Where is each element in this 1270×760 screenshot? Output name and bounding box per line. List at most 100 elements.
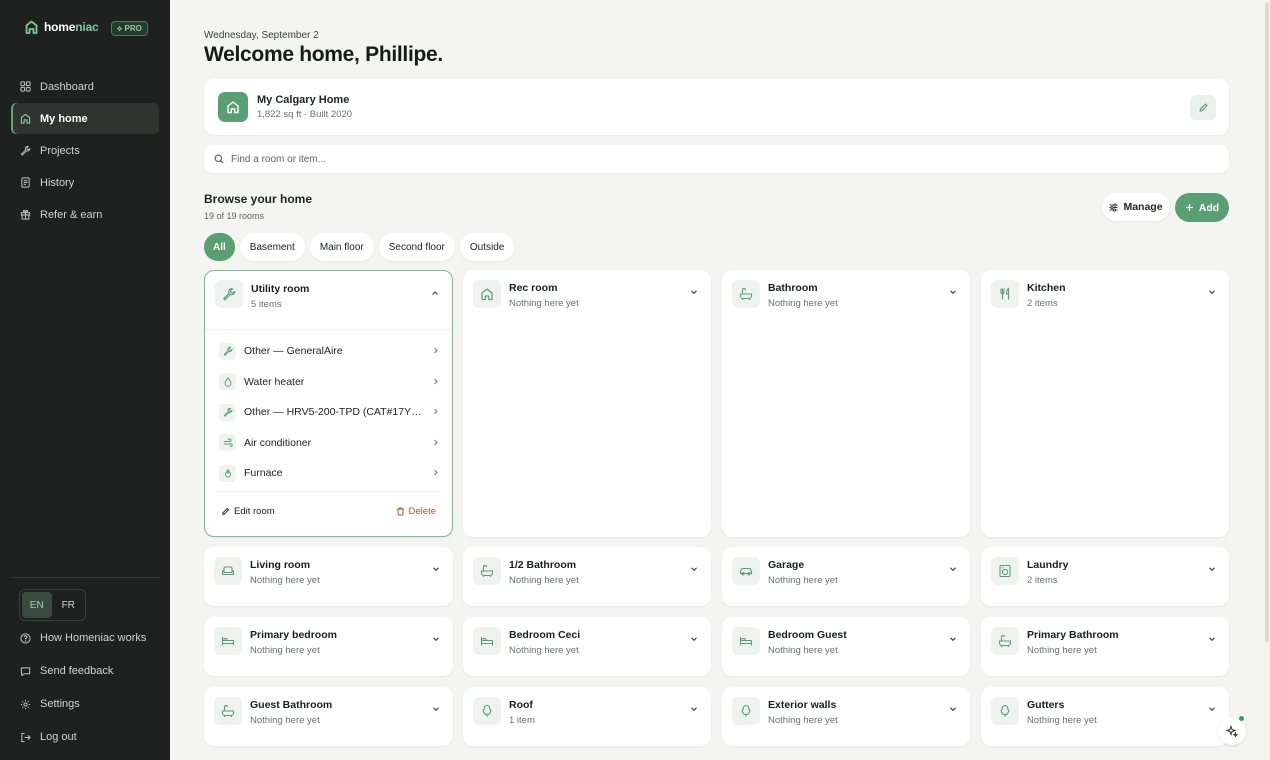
room-name: Rec room <box>509 282 558 294</box>
add-room-button[interactable]: Add <box>1175 193 1229 222</box>
room-card-bedroom-guest[interactable]: Bedroom Guest Nothing here yet <box>722 617 970 676</box>
list-item[interactable]: Water heater <box>219 367 439 398</box>
sidebar-item-label: History <box>40 176 75 189</box>
sidebar-item-label: Settings <box>40 698 80 710</box>
sidebar-item-send-feedback[interactable]: Send feedback <box>11 655 159 687</box>
room-card-bedroom-ceci[interactable]: Bedroom Ceci Nothing here yet <box>463 617 711 676</box>
brand-logo[interactable]: homeniac <box>25 20 99 34</box>
sidebar-item-history[interactable]: History <box>11 167 159 198</box>
room-card-laundry[interactable]: Laundry 2 items <box>981 547 1229 606</box>
chevron-down-icon[interactable] <box>689 287 699 297</box>
chevron-down-icon[interactable] <box>689 704 699 714</box>
room-name: Living room <box>250 559 311 571</box>
list-item[interactable]: Air conditioner <box>219 428 439 459</box>
list-item[interactable]: Other — HRV5-200-TPD (CAT#17YWXXXX) <box>219 397 439 428</box>
search-input[interactable] <box>231 153 831 165</box>
room-item-count: Nothing here yet <box>1027 715 1097 726</box>
delete-label: Delete <box>408 506 436 517</box>
sidebar-item-label: Send feedback <box>40 665 114 677</box>
room-card-utility-room[interactable]: Utility room 5 items Other — GeneralAire… <box>204 270 453 537</box>
filter-chip-all[interactable]: All <box>204 233 235 261</box>
sidebar-item-dashboard[interactable]: Dashboard <box>11 71 159 102</box>
page-scrollbar[interactable] <box>1264 0 1270 760</box>
sidebar-item-settings[interactable]: Settings <box>11 688 159 720</box>
sidebar-item-label: Log out <box>40 731 77 743</box>
room-item-count: Nothing here yet <box>509 298 579 309</box>
chevron-down-icon[interactable] <box>689 564 699 574</box>
tree-icon <box>991 697 1019 725</box>
room-name: Primary bedroom <box>250 629 337 641</box>
wrench-icon <box>215 280 243 308</box>
room-card-gutters[interactable]: Gutters Nothing here yet <box>981 687 1229 746</box>
chevron-right-icon <box>434 347 438 354</box>
sidebar-item-log-out[interactable]: Log out <box>11 721 159 753</box>
room-card-exterior-walls[interactable]: Exterior walls Nothing here yet <box>722 687 970 746</box>
filter-chip-outside[interactable]: Outside <box>459 233 515 261</box>
history-icon <box>21 177 30 188</box>
room-card-living-room[interactable]: Living room Nothing here yet <box>204 547 453 606</box>
wrench-icon <box>20 145 31 156</box>
list-item[interactable]: Other — GeneralAire <box>219 336 439 367</box>
droplet-icon <box>219 373 236 391</box>
room-card-rec-room[interactable]: Rec room Nothing here yet <box>463 270 711 537</box>
room-name: 1/2 Bathroom <box>509 559 577 571</box>
chevron-down-icon[interactable] <box>948 704 958 714</box>
room-item-count: Nothing here yet <box>250 715 320 726</box>
sidebar-item-label: Dashboard <box>40 80 94 93</box>
room-card-primary-bedroom[interactable]: Primary bedroom Nothing here yet <box>204 617 453 676</box>
chevron-down-icon[interactable] <box>948 287 958 297</box>
chevron-down-icon[interactable] <box>1207 564 1217 574</box>
chevron-up-icon[interactable] <box>430 288 440 298</box>
room-item-count: Nothing here yet <box>509 575 579 586</box>
filter-chip-basement[interactable]: Basement <box>239 233 305 261</box>
sofa-icon <box>214 557 242 585</box>
chevron-right-icon <box>434 378 438 384</box>
chevron-down-icon[interactable] <box>689 634 699 644</box>
chevron-down-icon[interactable] <box>948 634 958 644</box>
filter-chip-second-floor[interactable]: Second floor <box>378 233 455 261</box>
room-item-count: Nothing here yet <box>768 645 838 656</box>
room-card-primary-bathroom[interactable]: Primary Bathroom Nothing here yet <box>981 617 1229 676</box>
room-card-half-bathroom[interactable]: 1/2 Bathroom Nothing here yet <box>463 547 711 606</box>
sidebar-item-how-it-works[interactable]: How Homeniac works <box>11 622 159 654</box>
list-item[interactable]: Furnace <box>219 458 439 489</box>
room-item-count: 2 items <box>1027 298 1058 309</box>
delete-room-button[interactable]: Delete <box>396 506 436 517</box>
edit-room-button[interactable]: Edit room <box>221 506 275 517</box>
home-summary-card[interactable]: My Calgary Home 1,822 sq ft · Built 2020 <box>204 79 1229 135</box>
chevron-down-icon[interactable] <box>431 564 441 574</box>
assistant-button[interactable] <box>1218 716 1246 745</box>
bathtub-icon <box>214 697 242 725</box>
room-name: Bathroom <box>768 282 818 294</box>
room-item-count: 2 items <box>1027 575 1058 586</box>
lang-en-button[interactable]: EN <box>22 592 52 618</box>
sidebar-item-projects[interactable]: Projects <box>11 135 159 166</box>
lang-fr-button[interactable]: FR <box>54 592 84 618</box>
chevron-down-icon[interactable] <box>431 704 441 714</box>
room-card-kitchen[interactable]: Kitchen 2 items <box>981 270 1229 537</box>
edit-home-button[interactable] <box>1190 95 1216 120</box>
room-card-roof[interactable]: Roof 1 item <box>463 687 711 746</box>
manage-label: Manage <box>1123 201 1163 213</box>
manage-button[interactable]: Manage <box>1102 193 1170 221</box>
filter-chip-main-floor[interactable]: Main floor <box>309 233 374 261</box>
chevron-down-icon[interactable] <box>948 564 958 574</box>
sidebar-item-label: How Homeniac works <box>40 632 147 644</box>
chevron-down-icon[interactable] <box>431 634 441 644</box>
item-label: Furnace <box>244 467 283 480</box>
room-card-guest-bathroom[interactable]: Guest Bathroom Nothing here yet <box>204 687 453 746</box>
browse-title: Browse your home <box>204 192 313 206</box>
chevron-down-icon[interactable] <box>1207 287 1217 297</box>
sidebar-item-my-home[interactable]: My home <box>11 103 159 134</box>
room-card-garage[interactable]: Garage Nothing here yet <box>722 547 970 606</box>
item-label: Other — HRV5-200-TPD (CAT#17YWXXXX) <box>244 406 422 419</box>
logout-icon <box>21 732 31 742</box>
sidebar-item-refer-earn[interactable]: Refer & earn <box>11 199 159 230</box>
chevron-down-icon[interactable] <box>1207 634 1217 644</box>
room-card-bathroom[interactable]: Bathroom Nothing here yet <box>722 270 970 537</box>
scrollbar-thumb[interactable] <box>1265 2 1269 642</box>
room-name: Roof <box>509 699 533 711</box>
room-item-count: 1 item <box>509 715 535 726</box>
chevron-down-icon[interactable] <box>1207 704 1217 714</box>
wrench-icon <box>219 403 236 421</box>
